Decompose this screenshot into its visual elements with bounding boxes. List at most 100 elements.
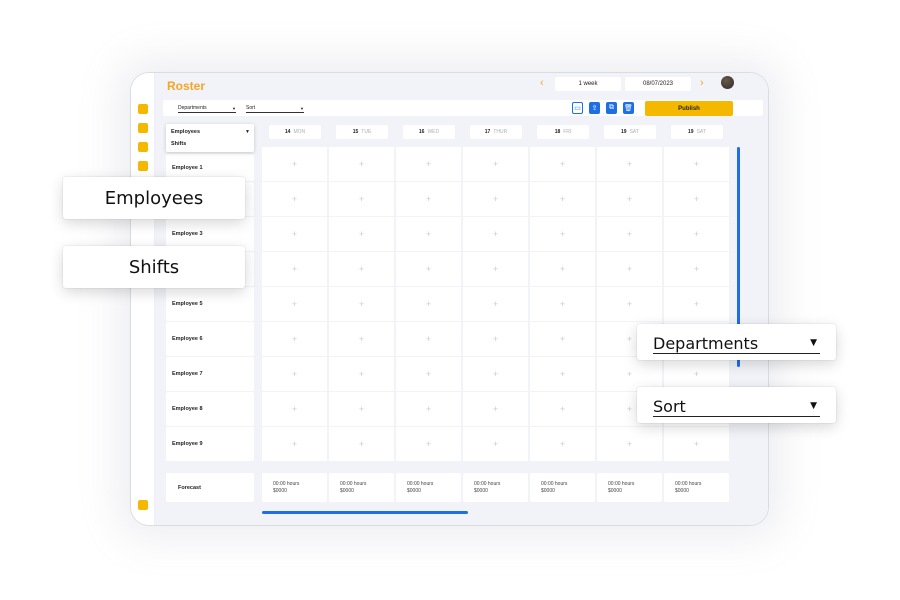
shift-cell-add[interactable]: + [396, 217, 461, 251]
shift-cell-add[interactable]: + [597, 147, 662, 181]
shift-cell-add[interactable]: + [463, 427, 528, 461]
shift-cell-add[interactable]: + [463, 322, 528, 356]
view-dropdown[interactable]: Employees ▼ Shifts [166, 124, 254, 152]
shift-cell-add[interactable]: + [396, 392, 461, 426]
shift-cell-add[interactable]: + [463, 357, 528, 391]
day-header: 16 WED [403, 125, 455, 139]
caret-down-icon: ▼ [810, 338, 817, 348]
sidebar-item-4[interactable] [138, 161, 148, 171]
chevron-right-icon[interactable]: › [700, 77, 704, 89]
employee-row-label[interactable]: Employee 6 [166, 322, 254, 356]
shift-cell-add[interactable]: + [597, 217, 662, 251]
forecast-cost: $0000 [340, 488, 354, 494]
shift-cell-add[interactable]: + [530, 182, 595, 216]
shift-cell-add[interactable]: + [597, 357, 662, 391]
view-option-shifts[interactable]: Shifts [171, 141, 186, 147]
shift-cell-add[interactable]: + [664, 252, 729, 286]
date-picker[interactable]: 08/07/2023 [625, 77, 691, 91]
shift-cell-add[interactable]: + [396, 427, 461, 461]
shift-cell-add[interactable]: + [329, 322, 394, 356]
shift-cell-add[interactable]: + [664, 427, 729, 461]
shift-cell-add[interactable]: + [664, 147, 729, 181]
forecast-cost: $0000 [541, 488, 555, 494]
shift-cell-add[interactable]: + [396, 147, 461, 181]
shift-cell-add[interactable]: + [262, 252, 327, 286]
shift-cell-add[interactable]: + [530, 287, 595, 321]
shift-cell-add[interactable]: + [597, 427, 662, 461]
shift-cell-add[interactable]: + [463, 252, 528, 286]
sort-select-label: Sort [246, 105, 256, 111]
shift-cell-add[interactable]: + [530, 252, 595, 286]
shift-cell-add[interactable]: + [463, 217, 528, 251]
shift-cell-add[interactable]: + [396, 357, 461, 391]
sidebar-item-3[interactable] [138, 142, 148, 152]
shift-cell-add[interactable]: + [664, 217, 729, 251]
shift-cell-add[interactable]: + [262, 392, 327, 426]
share-icon[interactable]: ⇪ [589, 102, 600, 114]
shift-cell-add[interactable]: + [396, 287, 461, 321]
shift-cell-add[interactable]: + [329, 217, 394, 251]
shift-cell-add[interactable]: + [463, 182, 528, 216]
shift-cell-add[interactable]: + [463, 147, 528, 181]
shift-cell-add[interactable]: + [597, 287, 662, 321]
shift-cell-add[interactable]: + [329, 147, 394, 181]
shift-cell-add[interactable]: + [664, 287, 729, 321]
shift-cell-add[interactable]: + [530, 147, 595, 181]
view-option-employees[interactable]: Employees [171, 129, 200, 135]
shift-cell-add[interactable]: + [262, 322, 327, 356]
shift-cell-add[interactable]: + [664, 182, 729, 216]
shift-cell-add[interactable]: + [329, 392, 394, 426]
shift-cell-add[interactable]: + [329, 287, 394, 321]
shift-cell-add[interactable]: + [329, 252, 394, 286]
sidebar-item-2[interactable] [138, 123, 148, 133]
departments-select[interactable]: Departments ▼ [178, 104, 236, 113]
sort-callout: Sort ▼ [637, 387, 836, 423]
publish-button[interactable]: Publish [645, 101, 733, 116]
shift-cell-add[interactable]: + [396, 322, 461, 356]
shift-cell-add[interactable]: + [396, 252, 461, 286]
forecast-label: Forecast [166, 473, 254, 502]
avatar[interactable] [721, 76, 734, 89]
shift-cell-add[interactable]: + [530, 217, 595, 251]
chevron-left-icon[interactable]: ‹ [540, 77, 544, 89]
shift-cell-add[interactable]: + [262, 287, 327, 321]
sidebar [131, 73, 155, 525]
shift-cell-add[interactable]: + [530, 322, 595, 356]
shift-cell-add[interactable]: + [329, 357, 394, 391]
shift-cell-add[interactable]: + [329, 182, 394, 216]
shift-cell-add[interactable]: + [597, 182, 662, 216]
week-range-select[interactable]: 1 week [555, 77, 621, 91]
shift-cell-add[interactable]: + [262, 182, 327, 216]
departments-callout: Departments ▼ [637, 324, 836, 360]
caret-down-icon: ▼ [810, 401, 817, 411]
shift-cell-add[interactable]: + [262, 217, 327, 251]
employee-row-label[interactable]: Employee 8 [166, 392, 254, 426]
sidebar-item-1[interactable] [138, 104, 148, 114]
shift-cell-add[interactable]: + [463, 287, 528, 321]
shift-cell-add[interactable]: + [530, 427, 595, 461]
day-name: SAT [696, 129, 706, 135]
employee-row-label[interactable]: Employee 7 [166, 357, 254, 391]
forecast-cell: 00:00 hours $0000 [664, 473, 729, 502]
shift-cell-add[interactable]: + [262, 427, 327, 461]
employee-row-label[interactable]: Employee 5 [166, 287, 254, 321]
shift-cell-add[interactable]: + [597, 252, 662, 286]
layout-icon[interactable]: ▭ [572, 102, 583, 114]
copy-icon[interactable]: ⧉ [606, 102, 617, 114]
shift-cell-add[interactable]: + [396, 182, 461, 216]
forecast-hours: 00:00 hours [407, 481, 434, 487]
caret-down-icon: ▼ [300, 105, 304, 111]
shift-cell-add[interactable]: + [530, 392, 595, 426]
delete-icon[interactable]: 🗑 [623, 102, 634, 114]
employee-row-label[interactable]: Employee 9 [166, 427, 254, 461]
roster-app-window: Roster ‹ 1 week 08/07/2023 › Departments… [131, 73, 768, 525]
shift-cell-add[interactable]: + [262, 147, 327, 181]
shift-cell-add[interactable]: + [262, 357, 327, 391]
sidebar-item-bottom[interactable] [138, 500, 148, 510]
horizontal-scrollbar[interactable] [262, 511, 468, 514]
shift-cell-add[interactable]: + [530, 357, 595, 391]
shift-cell-add[interactable]: + [664, 357, 729, 391]
shift-cell-add[interactable]: + [463, 392, 528, 426]
shift-cell-add[interactable]: + [329, 427, 394, 461]
sort-select[interactable]: Sort ▼ [246, 104, 304, 113]
